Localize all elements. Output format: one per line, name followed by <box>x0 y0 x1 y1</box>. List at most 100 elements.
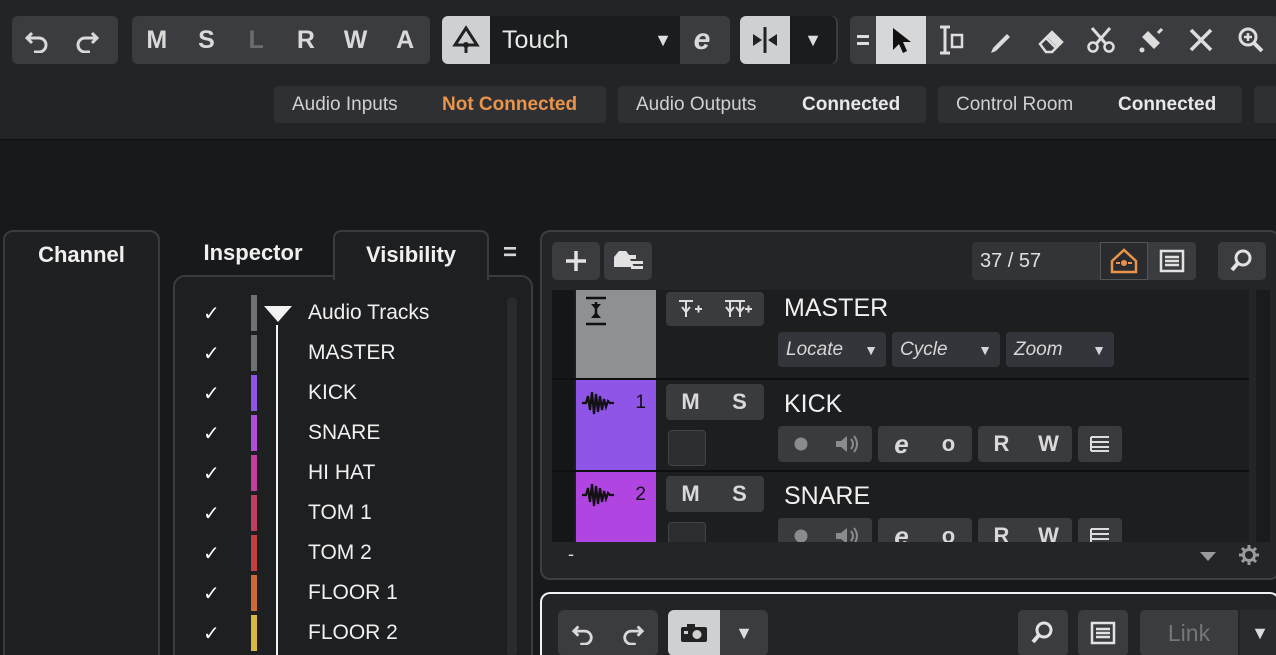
visibility-item[interactable]: ✓ TOM 1 <box>175 493 505 533</box>
add-group-track-icon[interactable] <box>714 292 762 326</box>
redo-icon[interactable] <box>62 16 112 64</box>
camera-icon[interactable] <box>668 610 720 655</box>
tool-menu-icon[interactable] <box>850 16 876 64</box>
glue-icon[interactable] <box>1126 16 1176 64</box>
draw-icon[interactable] <box>976 16 1026 64</box>
cycle-dropdown[interactable]: Cycle ▼ <box>892 332 1000 367</box>
mute-button[interactable]: M <box>666 481 715 507</box>
link-menu-button[interactable]: ▼ <box>1240 610 1276 655</box>
solo-button[interactable]: S <box>715 481 764 507</box>
visibility-checkmark[interactable]: ✓ <box>203 381 220 406</box>
list-view-icon[interactable] <box>1148 242 1196 280</box>
next-status-chip[interactable] <box>1254 86 1276 123</box>
visibility-checkmark[interactable]: ✓ <box>203 461 220 486</box>
automation-mode-icon[interactable] <box>442 16 490 64</box>
solo-all-button[interactable]: S <box>182 26 232 55</box>
chevron-down-icon[interactable] <box>1196 544 1220 568</box>
read-button[interactable]: R <box>978 523 1025 542</box>
track-checkbox[interactable] <box>668 522 706 542</box>
visibility-item[interactable]: ✓ FLOOR 1 <box>175 573 505 613</box>
audio-inputs-status[interactable]: Audio Inputs Not Connected <box>274 86 606 123</box>
visibility-checkmark[interactable]: ✓ <box>203 621 220 646</box>
track-checkbox[interactable] <box>668 430 706 466</box>
track-master[interactable]: MASTER Locate ▼ Cycle ▼ Zoom ▼ <box>552 290 1249 380</box>
undo-icon[interactable] <box>558 610 608 655</box>
add-instrument-track-icon[interactable] <box>666 292 714 326</box>
visibility-checkmark[interactable]: ✓ <box>203 301 220 326</box>
edit-instrument-button[interactable]: o <box>925 523 972 542</box>
folder-icon[interactable] <box>604 242 652 280</box>
object-selection-icon[interactable] <box>876 16 926 64</box>
visibility-agent-icon[interactable] <box>1100 242 1148 280</box>
record-enable-icon[interactable] <box>778 518 824 542</box>
visibility-item[interactable]: ✓ Audio Tracks <box>175 293 505 333</box>
search-icon[interactable] <box>1218 242 1266 280</box>
tab-channel[interactable]: Channel <box>3 230 160 655</box>
write-button[interactable]: W <box>1025 431 1072 457</box>
redo-icon[interactable] <box>608 610 658 655</box>
visibility-item[interactable]: ✓ TOM 2 <box>175 533 505 573</box>
write-button[interactable]: W <box>1025 523 1072 542</box>
automation-mode-select[interactable]: Touch ▼ <box>490 16 680 64</box>
edit-channel-button[interactable]: e <box>878 521 925 543</box>
link-button[interactable]: Link <box>1140 610 1238 655</box>
list-view-icon[interactable] <box>1078 610 1128 655</box>
monitor-icon[interactable] <box>824 518 870 542</box>
snap-mode-icon[interactable] <box>740 16 790 64</box>
write-all-button[interactable]: W <box>331 26 381 55</box>
range-selection-icon[interactable] <box>926 16 976 64</box>
visibility-checkmark[interactable]: ✓ <box>203 341 220 366</box>
track-name[interactable]: SNARE <box>784 482 870 511</box>
visibility-checkmark[interactable]: ✓ <box>203 581 220 606</box>
zoom-dropdown[interactable]: Zoom ▼ <box>1006 332 1114 367</box>
folder-expand-icon[interactable] <box>263 305 293 323</box>
edit-channel-button[interactable]: e <box>878 429 925 460</box>
zoom-out-label[interactable]: - <box>568 544 574 565</box>
monitor-icon[interactable] <box>824 426 870 462</box>
visibility-item[interactable]: ✓ HI HAT <box>175 453 505 493</box>
add-track-button[interactable] <box>552 242 600 280</box>
visibility-checkmark[interactable]: ✓ <box>203 501 220 526</box>
listen-all-button[interactable]: L <box>231 26 281 55</box>
visibility-scrollbar[interactable] <box>507 297 517 655</box>
suspend-automation-button[interactable]: e <box>680 16 724 64</box>
visibility-item[interactable]: ✓ SNARE <box>175 413 505 453</box>
mute-tool-icon[interactable] <box>1176 16 1226 64</box>
snap-menu-button[interactable]: ▼ <box>790 16 836 64</box>
edit-group: e o <box>878 518 972 542</box>
record-enable-icon[interactable] <box>778 426 824 462</box>
undo-icon[interactable] <box>12 16 62 64</box>
split-icon[interactable] <box>1076 16 1126 64</box>
control-room-status[interactable]: Control Room Connected <box>938 86 1242 123</box>
tab-inspector[interactable]: Inspector <box>173 230 333 274</box>
erase-icon[interactable] <box>1026 16 1076 64</box>
mute-all-button[interactable]: M <box>132 26 182 55</box>
track-menu-icon[interactable] <box>1078 426 1122 462</box>
track-name[interactable]: KICK <box>784 390 842 419</box>
track-kick[interactable]: 1 M S KICK e o R W <box>552 380 1249 472</box>
track-menu-icon[interactable] <box>1078 518 1122 542</box>
automation-panel-button[interactable]: A <box>380 26 430 55</box>
gear-icon[interactable] <box>1236 542 1262 568</box>
camera-menu-button[interactable]: ▼ <box>720 610 768 655</box>
search-icon[interactable] <box>1018 610 1068 655</box>
left-zone-menu-button[interactable]: = <box>497 239 523 266</box>
visibility-item[interactable]: ✓ FLOOR 2 <box>175 613 505 653</box>
track-scrollbar[interactable] <box>1256 290 1270 542</box>
visibility-checkmark[interactable]: ✓ <box>203 541 220 566</box>
visibility-item[interactable]: ✓ MASTER <box>175 333 505 373</box>
mute-button[interactable]: M <box>666 389 715 415</box>
solo-button[interactable]: S <box>715 389 764 415</box>
track-name[interactable]: MASTER <box>784 294 888 323</box>
edit-instrument-button[interactable]: o <box>925 431 972 457</box>
locate-dropdown[interactable]: Locate ▼ <box>778 332 886 367</box>
audio-outputs-status[interactable]: Audio Outputs Connected <box>618 86 926 123</box>
read-all-button[interactable]: R <box>281 26 331 55</box>
tab-visibility[interactable]: Visibility <box>333 230 489 280</box>
visibility-item[interactable]: ✓ KICK <box>175 373 505 413</box>
track-snare[interactable]: 2 M S SNARE e o R W <box>552 472 1249 542</box>
visibility-checkmark[interactable]: ✓ <box>203 421 220 446</box>
zoom-icon[interactable] <box>1226 16 1276 64</box>
track-color-bar <box>251 335 257 371</box>
read-button[interactable]: R <box>978 431 1025 457</box>
